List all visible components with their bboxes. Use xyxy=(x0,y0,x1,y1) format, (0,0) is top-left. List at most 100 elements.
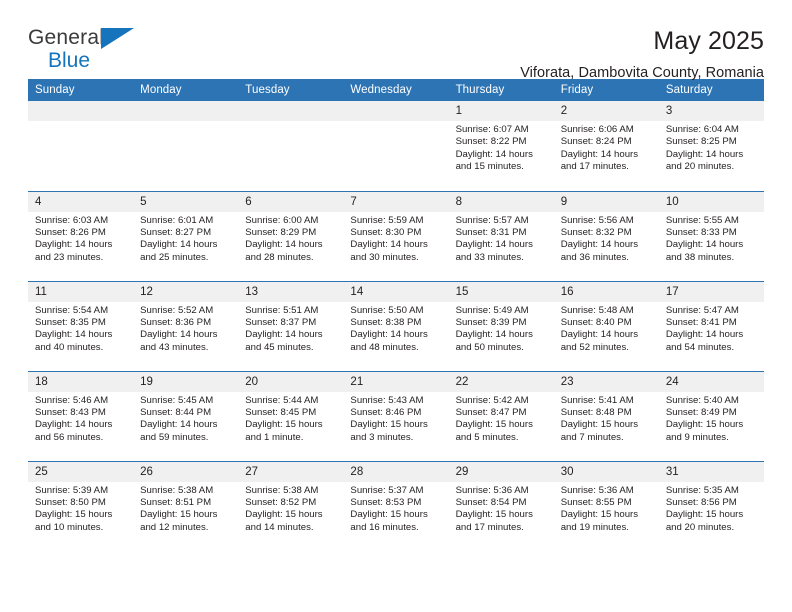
sunset-time: Sunset: 8:54 PM xyxy=(455,496,527,508)
calendar-day-cell[interactable]: 27 Sunrise: 5:38 AM Sunset: 8:52 PM Dayligh… xyxy=(238,460,344,551)
sunrise-time: Sunrise: 5:55 AM xyxy=(665,214,739,226)
day-sun-info: Sunrise: 6:03 AM Sunset: 8:26 PM Daylight:… xyxy=(28,212,133,265)
sunset-time: Sunset: 8:53 PM xyxy=(350,496,422,508)
triangle-logo-icon xyxy=(101,28,134,49)
sunset-time: Sunset: 8:55 PM xyxy=(560,496,632,508)
day-number: 6 xyxy=(238,191,344,212)
calendar-day-cell[interactable]: 21 Sunrise: 5:43 AM Sunset: 8:46 PM Dayligh… xyxy=(343,370,449,461)
sunset-time: Sunset: 8:22 PM xyxy=(455,136,527,148)
sunrise-time: Sunrise: 5:49 AM xyxy=(455,304,529,316)
day-sun-info: Sunrise: 5:44 AM Sunset: 8:45 PM Daylight:… xyxy=(238,392,343,445)
sunset-time: Sunset: 8:27 PM xyxy=(140,226,212,238)
daylight-duration-line1: Daylight: 15 hours xyxy=(665,509,744,521)
calendar-day-cell[interactable]: 11 Sunrise: 5:54 AM Sunset: 8:35 PM Dayligh… xyxy=(28,280,134,371)
daylight-duration-line2: and 16 minutes. xyxy=(350,521,419,533)
calendar-day-cell[interactable]: 10 Sunrise: 5:55 AM Sunset: 8:33 PM Dayligh… xyxy=(658,190,764,281)
page-subtitle: Viforata, Dambovita County, Romania xyxy=(520,65,764,81)
sunset-time: Sunset: 8:43 PM xyxy=(35,406,106,418)
sunrise-time: Sunrise: 5:59 AM xyxy=(350,214,424,226)
day-sun-info: Sunrise: 5:43 AM Sunset: 8:46 PM Daylight:… xyxy=(343,392,448,445)
daylight-duration-line1: Daylight: 14 hours xyxy=(245,239,323,251)
sunset-time: Sunset: 8:48 PM xyxy=(560,406,632,418)
calendar-day-cell[interactable]: 24 Sunrise: 5:40 AM Sunset: 8:49 PM Dayligh… xyxy=(658,370,764,461)
calendar-day-cell[interactable]: 26 Sunrise: 5:38 AM Sunset: 8:51 PM Dayligh… xyxy=(133,460,239,551)
daylight-duration-line1: Daylight: 15 hours xyxy=(35,509,113,521)
day-number: 11 xyxy=(28,281,134,302)
daylight-duration-line1: Daylight: 14 hours xyxy=(140,239,218,251)
calendar-day-cell[interactable]: 28 Sunrise: 5:37 AM Sunset: 8:53 PM Dayligh… xyxy=(343,460,449,551)
day-number xyxy=(238,101,344,121)
calendar-day-cell[interactable]: 23 Sunrise: 5:41 AM Sunset: 8:48 PM Dayligh… xyxy=(553,370,659,461)
calendar-day-cell[interactable]: 4 Sunrise: 6:03 AM Sunset: 8:26 PM Daylight… xyxy=(28,190,134,281)
calendar-day-cell[interactable]: 1 Sunrise: 6:07 AM Sunset: 8:22 PM Daylight… xyxy=(448,101,554,191)
calendar-day-cell[interactable]: 14 Sunrise: 5:50 AM Sunset: 8:38 PM Dayligh… xyxy=(343,280,449,371)
calendar-day-cell[interactable]: 31 Sunrise: 5:35 AM Sunset: 8:56 PM Dayligh… xyxy=(658,460,764,551)
calendar-day-cell-empty xyxy=(238,101,344,191)
sunset-time: Sunset: 8:35 PM xyxy=(35,316,106,328)
sunset-time: Sunset: 8:47 PM xyxy=(455,406,527,418)
sunset-time: Sunset: 8:49 PM xyxy=(665,406,737,418)
daylight-duration-line2: and 59 minutes. xyxy=(140,431,209,443)
calendar-day-cell[interactable]: 7 Sunrise: 5:59 AM Sunset: 8:30 PM Daylight… xyxy=(343,190,449,281)
day-sun-info: Sunrise: 5:54 AM Sunset: 8:35 PM Daylight:… xyxy=(28,302,133,355)
sunset-time: Sunset: 8:41 PM xyxy=(665,316,737,328)
sunrise-time: Sunrise: 6:00 AM xyxy=(245,214,319,226)
day-sun-info: Sunrise: 5:56 AM Sunset: 8:32 PM Daylight:… xyxy=(554,212,659,265)
day-number: 2 xyxy=(553,101,659,121)
daylight-duration-line2: and 36 minutes. xyxy=(560,251,629,263)
day-number: 26 xyxy=(133,461,239,482)
daylight-duration-line2: and 54 minutes. xyxy=(665,341,735,353)
calendar-day-cell[interactable]: 2 Sunrise: 6:06 AM Sunset: 8:24 PM Daylight… xyxy=(553,101,659,191)
calendar-day-cell[interactable]: 9 Sunrise: 5:56 AM Sunset: 8:32 PM Daylight… xyxy=(553,190,659,281)
calendar-day-cell[interactable]: 22 Sunrise: 5:42 AM Sunset: 8:47 PM Dayligh… xyxy=(448,370,554,461)
sunrise-time: Sunrise: 5:36 AM xyxy=(455,484,529,496)
calendar-day-cell[interactable]: 12 Sunrise: 5:52 AM Sunset: 8:36 PM Dayligh… xyxy=(133,280,239,371)
calendar-day-cell[interactable]: 17 Sunrise: 5:47 AM Sunset: 8:41 PM Dayligh… xyxy=(658,280,764,371)
calendar-day-cell[interactable]: 30 Sunrise: 5:36 AM Sunset: 8:55 PM Dayligh… xyxy=(553,460,659,551)
sunrise-time: Sunrise: 6:03 AM xyxy=(35,214,109,226)
calendar-day-cell[interactable]: 5 Sunrise: 6:01 AM Sunset: 8:27 PM Daylight… xyxy=(133,190,239,281)
day-number: 20 xyxy=(238,371,344,392)
calendar-day-cell[interactable]: 3 Sunrise: 6:04 AM Sunset: 8:25 PM Daylight… xyxy=(658,101,764,191)
day-sun-info: Sunrise: 6:06 AM Sunset: 8:24 PM Daylight:… xyxy=(554,121,659,174)
general-blue-logo[interactable]: General Blue xyxy=(28,27,148,81)
day-sun-info: Sunrise: 6:00 AM Sunset: 8:29 PM Daylight:… xyxy=(238,212,343,265)
day-number: 23 xyxy=(553,371,659,392)
sunrise-time: Sunrise: 5:37 AM xyxy=(350,484,424,496)
sunrise-time: Sunrise: 6:06 AM xyxy=(560,124,634,135)
day-number: 28 xyxy=(343,461,449,482)
sunrise-time: Sunrise: 5:38 AM xyxy=(245,484,319,496)
calendar-day-cell[interactable]: 20 Sunrise: 5:44 AM Sunset: 8:45 PM Dayligh… xyxy=(238,370,344,461)
daylight-duration-line1: Daylight: 14 hours xyxy=(350,239,428,251)
page-title: May 2025 xyxy=(653,27,764,55)
calendar-day-cell[interactable]: 25 Sunrise: 5:39 AM Sunset: 8:50 PM Dayligh… xyxy=(28,460,134,551)
calendar-day-cell[interactable]: 18 Sunrise: 5:46 AM Sunset: 8:43 PM Dayligh… xyxy=(28,370,134,461)
calendar-day-cell[interactable]: 13 Sunrise: 5:51 AM Sunset: 8:37 PM Dayligh… xyxy=(238,280,344,371)
calendar-day-cell-empty xyxy=(343,101,449,191)
calendar-day-cell[interactable]: 16 Sunrise: 5:48 AM Sunset: 8:40 PM Dayligh… xyxy=(553,280,659,371)
day-number: 27 xyxy=(238,461,344,482)
day-sun-info: Sunrise: 5:38 AM Sunset: 8:52 PM Daylight:… xyxy=(238,482,343,535)
sunset-time: Sunset: 8:46 PM xyxy=(350,406,422,418)
day-sun-info: Sunrise: 5:42 AM Sunset: 8:47 PM Daylight:… xyxy=(449,392,554,445)
sunrise-time: Sunrise: 5:38 AM xyxy=(140,484,214,496)
day-sun-info: Sunrise: 5:51 AM Sunset: 8:37 PM Daylight:… xyxy=(238,302,343,355)
day-number: 19 xyxy=(133,371,239,392)
daylight-duration-line2: and 12 minutes. xyxy=(140,521,209,533)
day-sun-info: Sunrise: 5:49 AM Sunset: 8:39 PM Daylight:… xyxy=(449,302,554,355)
calendar-day-cell[interactable]: 15 Sunrise: 5:49 AM Sunset: 8:39 PM Dayligh… xyxy=(448,280,554,371)
calendar-day-cell[interactable]: 19 Sunrise: 5:45 AM Sunset: 8:44 PM Dayligh… xyxy=(133,370,239,461)
calendar-day-cell[interactable]: 29 Sunrise: 5:36 AM Sunset: 8:54 PM Dayligh… xyxy=(448,460,554,551)
daylight-duration-line2: and 40 minutes. xyxy=(35,341,104,353)
daylight-duration-line2: and 43 minutes. xyxy=(140,341,209,353)
daylight-duration-line1: Daylight: 14 hours xyxy=(140,329,218,341)
day-number xyxy=(343,101,449,121)
sunrise-time: Sunrise: 5:44 AM xyxy=(245,394,319,406)
calendar-day-cell[interactable]: 6 Sunrise: 6:00 AM Sunset: 8:29 PM Daylight… xyxy=(238,190,344,281)
calendar-day-cell[interactable]: 8 Sunrise: 5:57 AM Sunset: 8:31 PM Daylight… xyxy=(448,190,554,281)
sunrise-time: Sunrise: 5:45 AM xyxy=(140,394,214,406)
daylight-duration-line1: Daylight: 14 hours xyxy=(665,329,744,341)
day-sun-info: Sunrise: 5:36 AM Sunset: 8:54 PM Daylight:… xyxy=(449,482,554,535)
sunset-time: Sunset: 8:40 PM xyxy=(560,316,632,328)
sunset-time: Sunset: 8:31 PM xyxy=(455,226,527,238)
